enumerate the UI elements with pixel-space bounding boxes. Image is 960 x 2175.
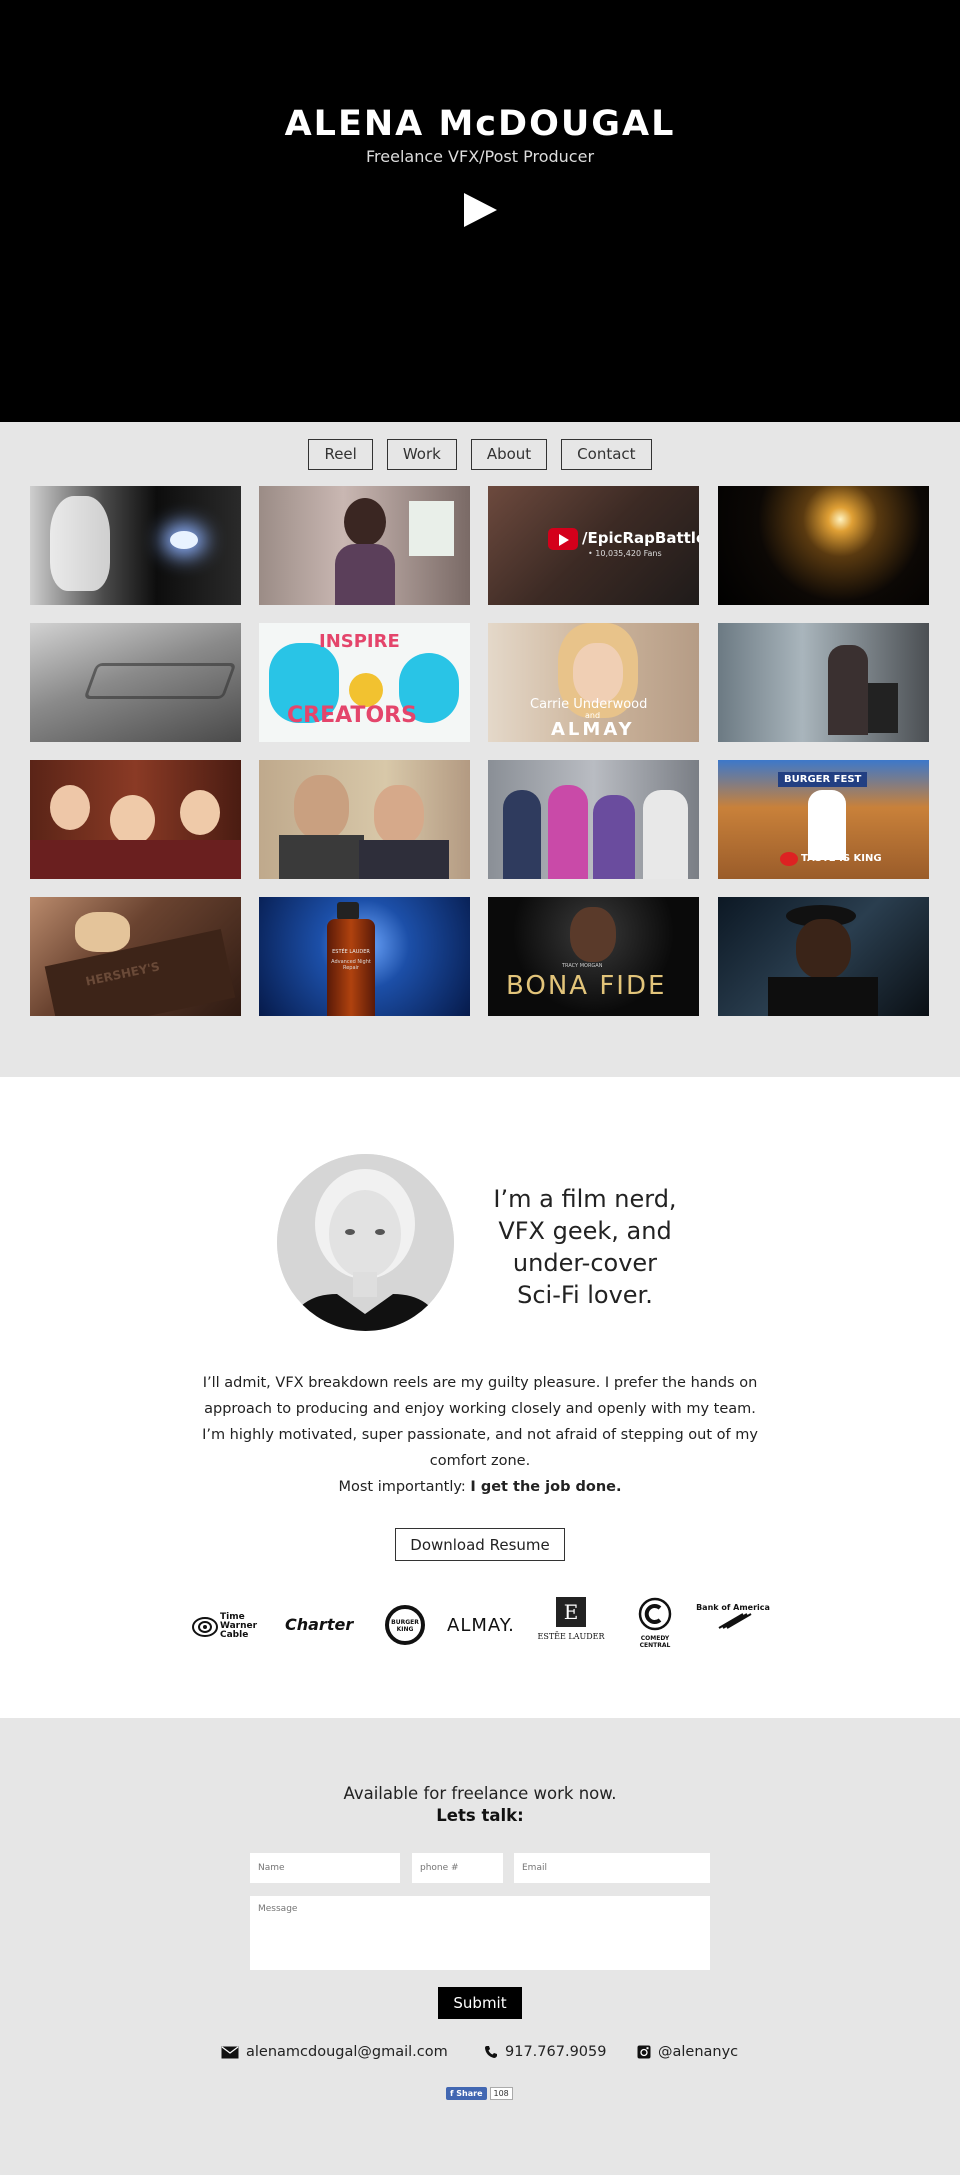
bio-text: I’ll admit, VFX breakdown reels are my g… [202, 1375, 758, 1469]
availability-text: Available for freelance work now. [343, 1784, 617, 1803]
thumb-two-men[interactable] [259, 760, 470, 879]
logo-time-warner-cable: Time Warner Cable [192, 1613, 260, 1640]
submit-button[interactable]: Submit [438, 1987, 522, 2019]
thumb-girl-bedroom[interactable] [259, 486, 470, 605]
play-icon [464, 193, 497, 227]
boa-flag-icon [718, 1613, 752, 1629]
nav-about[interactable]: About [470, 439, 548, 470]
hero-title: ALENA McDOUGAL [284, 104, 676, 144]
avatar [277, 1154, 454, 1331]
thumb-football-helmet[interactable] [30, 486, 241, 605]
lets-talk-heading: Lets talk: [436, 1806, 524, 1825]
estee-brand-label: ESTÉE LAUDER [332, 949, 370, 955]
name-field[interactable] [250, 1853, 400, 1883]
download-resume-button[interactable]: Download Resume [395, 1528, 565, 1561]
share-label: Share [456, 2089, 483, 2098]
message-field[interactable] [250, 1896, 710, 1970]
thumb-man-in-hat[interactable] [718, 897, 929, 1016]
carrie-label: Carrie Underwood [530, 697, 648, 712]
logo-estee-lauder: E ESTĒE LAUDER [535, 1597, 607, 1641]
almay-label: ALMAY [551, 719, 635, 740]
nav-contact[interactable]: Contact [561, 439, 652, 470]
logo-almay: ALMAY. [447, 1615, 515, 1636]
inspire-line1: INSPIRE [319, 631, 400, 652]
about-bio: I’ll admit, VFX breakdown reels are my g… [200, 1370, 760, 1500]
charter-label: Charter [285, 1615, 354, 1634]
thumb-hot-in-cleveland[interactable] [488, 760, 699, 879]
taste-label: TASTE IS KING [801, 853, 882, 864]
comedy-label: COMEDY CENTRAL [639, 1635, 671, 1649]
almay-logo-label: ALMAY. [447, 1615, 515, 1636]
logo-bank-of-america: Bank of America [695, 1603, 771, 1634]
burgerfest-label: BURGER FEST [778, 772, 868, 787]
estee-mark-icon: E [556, 1597, 586, 1627]
logo-charter: Charter [285, 1615, 353, 1634]
thumb-epic-rap-battles[interactable]: /EpicRapBattles • 10,035,420 Fans [488, 486, 699, 605]
thumb-metal-letters[interactable] [30, 623, 241, 742]
about-section: I’m a film nerd, VFX geek, and under-cov… [0, 1077, 960, 1718]
nav-reel[interactable]: Reel [308, 439, 373, 470]
thumb-estee-lauder[interactable]: ESTÉE LAUDER Advanced Night Repair [259, 897, 470, 1016]
phone-field[interactable] [412, 1853, 503, 1883]
facebook-share: f Share 108 [446, 2086, 513, 2101]
tagline-line-3: under-cover [512, 1249, 658, 1277]
twc-eye-icon [192, 1616, 218, 1637]
thumb-burger-fest[interactable]: BURGER FEST TASTE IS KING [718, 760, 929, 879]
contact-details: alenamcdougal@gmail.com 917.767.9059 @al… [0, 2044, 960, 2066]
thumb-office-man[interactable] [718, 623, 929, 742]
tracy-label: TRACY MORGAN [562, 963, 603, 969]
phone-text: 917.767.9059 [505, 2044, 607, 2060]
logo-comedy-central: COMEDY CENTRAL [630, 1597, 680, 1649]
thumb-screaming-kids[interactable] [30, 760, 241, 879]
epic-channel-label: /EpicRapBattles [582, 529, 699, 547]
envelope-icon [221, 2046, 239, 2058]
email-text: alenamcdougal@gmail.com [246, 2044, 448, 2060]
tagline-line-4: Sci-Fi lover. [517, 1281, 653, 1309]
share-count: 108 [489, 2087, 513, 2100]
bio-bold: I get the job done. [470, 1479, 622, 1495]
inspire-line2: CREATORS [287, 703, 417, 728]
nav-work[interactable]: Work [386, 439, 457, 470]
twc-label: Time Warner Cable [220, 1612, 258, 1640]
facebook-share-button[interactable]: f Share [446, 2087, 487, 2100]
contact-section: Available for freelance work now. Lets t… [0, 1718, 960, 2175]
phone-icon [485, 2046, 497, 2058]
bk-label: BURGER KING [391, 1619, 419, 1633]
tagline-line-2: VFX geek, and [498, 1217, 672, 1245]
estee-product-label: Advanced Night Repair [331, 959, 371, 971]
logo-burger-king: BURGER KING [385, 1605, 425, 1645]
hero-section: ALENA McDOUGAL Freelance VFX/Post Produc… [0, 0, 960, 422]
email-link[interactable]: alenamcdougal@gmail.com [221, 2044, 448, 2060]
hero-subtitle: Freelance VFX/Post Producer [365, 147, 595, 166]
thumb-carrie-almay[interactable]: Carrie Underwood and ALMAY [488, 623, 699, 742]
instagram-icon [637, 2045, 651, 2059]
main-nav: Reel Work About Contact [0, 439, 960, 470]
estee-label: ESTĒE LAUDER [537, 1632, 605, 1641]
instagram-link[interactable]: @alenanyc [637, 2044, 738, 2060]
about-tagline: I’m a film nerd, VFX geek, and under-cov… [470, 1183, 700, 1311]
thumb-lens-flare[interactable] [718, 486, 929, 605]
phone-link[interactable]: 917.767.9059 [484, 2044, 606, 2060]
tagline-line-1: I’m a film nerd, [493, 1185, 677, 1213]
thumb-inspire-creators[interactable]: INSPIRE CREATORS [259, 623, 470, 742]
comedy-central-icon [638, 1597, 672, 1631]
instagram-text: @alenanyc [658, 2044, 739, 2060]
client-logos: Time Warner Cable Charter BURGER KING AL… [185, 1597, 775, 1657]
portrait-image [277, 1154, 454, 1331]
thumb-bona-fide[interactable]: TRACY MORGAN BONA FIDE [488, 897, 699, 1016]
work-gallery: Reel Work About Contact /EpicRapBattles … [0, 422, 960, 1077]
bonafide-label: BONA FIDE [506, 971, 667, 1001]
email-field[interactable] [514, 1853, 710, 1883]
epic-fans-label: • 10,035,420 Fans [588, 549, 662, 558]
boa-label: Bank of America [696, 1603, 770, 1612]
thumb-hersheys[interactable]: HERSHEY'S [30, 897, 241, 1016]
bio-prefix: Most importantly: [338, 1479, 471, 1495]
play-reel-button[interactable] [462, 192, 498, 228]
